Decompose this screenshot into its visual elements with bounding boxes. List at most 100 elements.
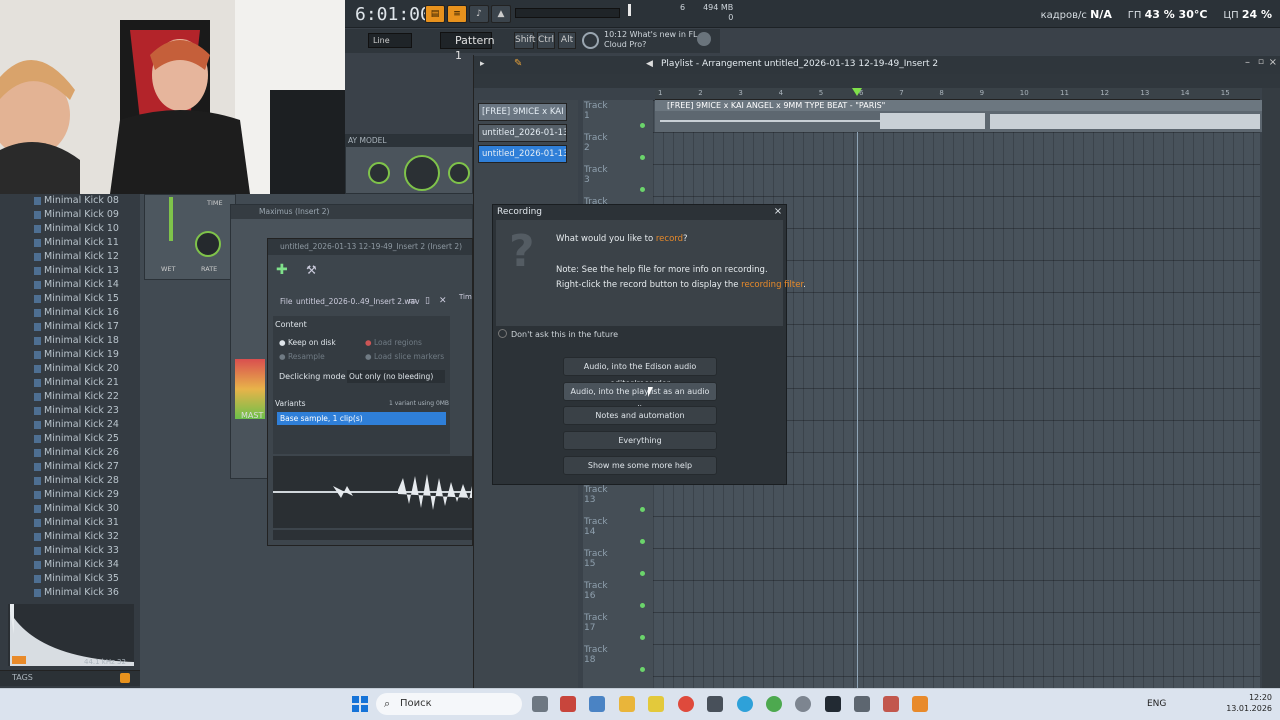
delay-knob-2[interactable] — [404, 155, 440, 191]
browser-item[interactable]: Minimal Kick 33 — [34, 544, 119, 558]
browser-item[interactable]: Minimal Kick 11 — [34, 236, 119, 250]
close-icon[interactable]: × — [1269, 57, 1277, 68]
record-link[interactable]: record — [656, 234, 683, 244]
taskbar-search[interactable]: ⌕ Поиск — [376, 693, 522, 715]
alt-key-button[interactable]: Alt — [558, 32, 576, 49]
browser-item[interactable]: Minimal Kick 15 — [34, 292, 119, 306]
wet-slider[interactable] — [169, 197, 173, 241]
track-mute-led[interactable] — [640, 507, 645, 512]
dialog-close-button[interactable]: × — [772, 206, 784, 218]
variant-item[interactable]: Base sample, 1 clip(s) — [277, 412, 446, 425]
browser-item[interactable]: Minimal Kick 17 — [34, 320, 119, 334]
track-label[interactable]: Track 1 — [584, 101, 608, 121]
delay-knob-3[interactable] — [448, 162, 470, 184]
track-label[interactable]: Track 17 — [584, 613, 608, 633]
track-label[interactable]: Track 2 — [584, 133, 608, 153]
snap-mode-select[interactable]: Line — [368, 33, 412, 48]
dont-ask-checkbox[interactable]: Don't ask this in the future — [498, 329, 618, 339]
master-volume-slider[interactable] — [515, 8, 620, 18]
maximize-icon[interactable]: ▫ — [1258, 57, 1264, 67]
track-label[interactable]: Track 3 — [584, 165, 608, 185]
close-file-icon[interactable]: ✕ — [439, 296, 447, 306]
pattern-item-untitled-1[interactable]: untitled_2026-01-13 12-... — [478, 124, 567, 142]
track-label[interactable]: Track 15 — [584, 549, 608, 569]
language-indicator[interactable]: ENG — [1147, 699, 1166, 709]
obs-icon[interactable] — [795, 696, 811, 712]
browser-item[interactable]: Minimal Kick 24 — [34, 418, 119, 432]
search-icon[interactable] — [120, 673, 130, 683]
recording-filter-link[interactable]: recording filter — [741, 280, 803, 290]
browser-item[interactable]: Minimal Kick 34 — [34, 558, 119, 572]
calculator-icon[interactable] — [707, 696, 723, 712]
playhead-marker[interactable] — [852, 88, 862, 96]
track-mute-led[interactable] — [640, 667, 645, 672]
app-icon-1[interactable] — [560, 696, 576, 712]
settings-icon[interactable] — [854, 696, 870, 712]
browser-item[interactable]: Minimal Kick 13 — [34, 264, 119, 278]
task-view-icon[interactable] — [532, 696, 548, 712]
track-mute-led[interactable] — [640, 571, 645, 576]
chrome-icon[interactable] — [678, 696, 694, 712]
folder-icon-2[interactable] — [648, 696, 664, 712]
pattern-item-untitled-2[interactable]: untitled_2026-01-13 12-... — [478, 145, 567, 163]
track-mute-led[interactable] — [640, 155, 645, 160]
browser-item[interactable]: Minimal Kick 25 — [34, 432, 119, 446]
record-everything-button[interactable]: Everything — [563, 431, 717, 450]
reverb-plugin-window[interactable]: WET RATE TIME — [144, 194, 236, 280]
save-icon[interactable]: ▯ — [425, 296, 430, 306]
file-explorer-icon[interactable] — [619, 696, 635, 712]
draw-tool-icon[interactable]: ✎ — [514, 58, 522, 69]
chrome-alt-icon[interactable] — [766, 696, 782, 712]
track-mute-led[interactable] — [640, 539, 645, 544]
show-help-button[interactable]: Show me some more help — [563, 456, 717, 475]
play-preview-icon[interactable] — [12, 656, 26, 664]
id-app-icon[interactable] — [825, 696, 841, 712]
record-playlist-clip-button[interactable]: Audio, into the playlist as an audio cli… — [563, 382, 717, 413]
record-edison-button[interactable]: Audio, into the Edison audio editor/reco… — [563, 357, 717, 388]
delay-knob-1[interactable] — [368, 162, 390, 184]
audio-clip-waveform[interactable] — [273, 456, 472, 528]
shift-key-button[interactable]: Shift — [514, 32, 535, 49]
resample-option[interactable]: ● Resample — [279, 352, 325, 361]
track-label[interactable]: Track 14 — [584, 517, 608, 537]
pattern-mode-icon[interactable]: ≡ — [447, 5, 467, 23]
browser-item[interactable]: Minimal Kick 30 — [34, 502, 119, 516]
song-mode-icon[interactable]: ▤ — [425, 5, 445, 23]
fl-studio-icon[interactable] — [912, 696, 928, 712]
browser-item[interactable]: Minimal Kick 27 — [34, 460, 119, 474]
app-icon-2[interactable] — [589, 696, 605, 712]
browser-item[interactable]: Minimal Kick 26 — [34, 446, 119, 460]
browser-item[interactable]: Minimal Kick 19 — [34, 348, 119, 362]
browser-item[interactable]: Minimal Kick 21 — [34, 376, 119, 390]
wrench-icon[interactable]: ⚒ — [306, 263, 320, 277]
timeline-ruler[interactable]: 1 2 3 4 5 6 7 8 9 10 11 12 13 14 15 — [655, 88, 1260, 100]
pattern-selector[interactable]: Pattern 1 — [440, 32, 495, 62]
track-label[interactable]: Track 13 — [584, 485, 608, 505]
pattern-item-free[interactable]: [FREE] 9MICE x KAI A... — [478, 103, 567, 121]
track-mute-led[interactable] — [640, 603, 645, 608]
playlist-scrollbar[interactable] — [1262, 88, 1280, 688]
track-label[interactable]: Track 18 — [584, 645, 608, 665]
folder-icon[interactable]: ▭ — [408, 296, 417, 306]
tempo-icon[interactable]: ♪ — [469, 5, 489, 23]
speaker-icon[interactable]: ◀ — [646, 59, 653, 69]
song-position-clock[interactable]: 6:01:00 — [355, 4, 431, 25]
file-name[interactable]: untitled_2026-0..49_Insert 2.wav — [296, 297, 420, 306]
fl-cloud-icon[interactable] — [697, 32, 711, 46]
minimize-icon[interactable]: – — [1245, 57, 1250, 68]
keep-on-disk-option[interactable]: ● Keep on disk — [279, 338, 336, 347]
news-panel[interactable]: 10:12 What's new in FL Cloud Pro? — [604, 30, 698, 50]
news-icon[interactable] — [582, 32, 599, 49]
play-arrow-icon[interactable]: ▸ — [480, 59, 485, 69]
ctrl-key-button[interactable]: Ctrl — [537, 32, 555, 49]
telegram-icon[interactable] — [737, 696, 753, 712]
tags-label[interactable]: TAGS — [12, 673, 33, 682]
browser-item[interactable]: Minimal Kick 10 — [34, 222, 119, 236]
app-icon-3[interactable] — [883, 696, 899, 712]
clip-scrollbar[interactable] — [273, 530, 472, 540]
browser-item[interactable]: Minimal Kick 35 — [34, 572, 119, 586]
track-label[interactable]: Track 16 — [584, 581, 608, 601]
tray-clock[interactable]: 12:20 13.01.2026 — [1226, 692, 1272, 714]
declicking-select[interactable]: Out only (no bleeding) — [347, 370, 445, 383]
rate-knob[interactable] — [195, 231, 221, 257]
